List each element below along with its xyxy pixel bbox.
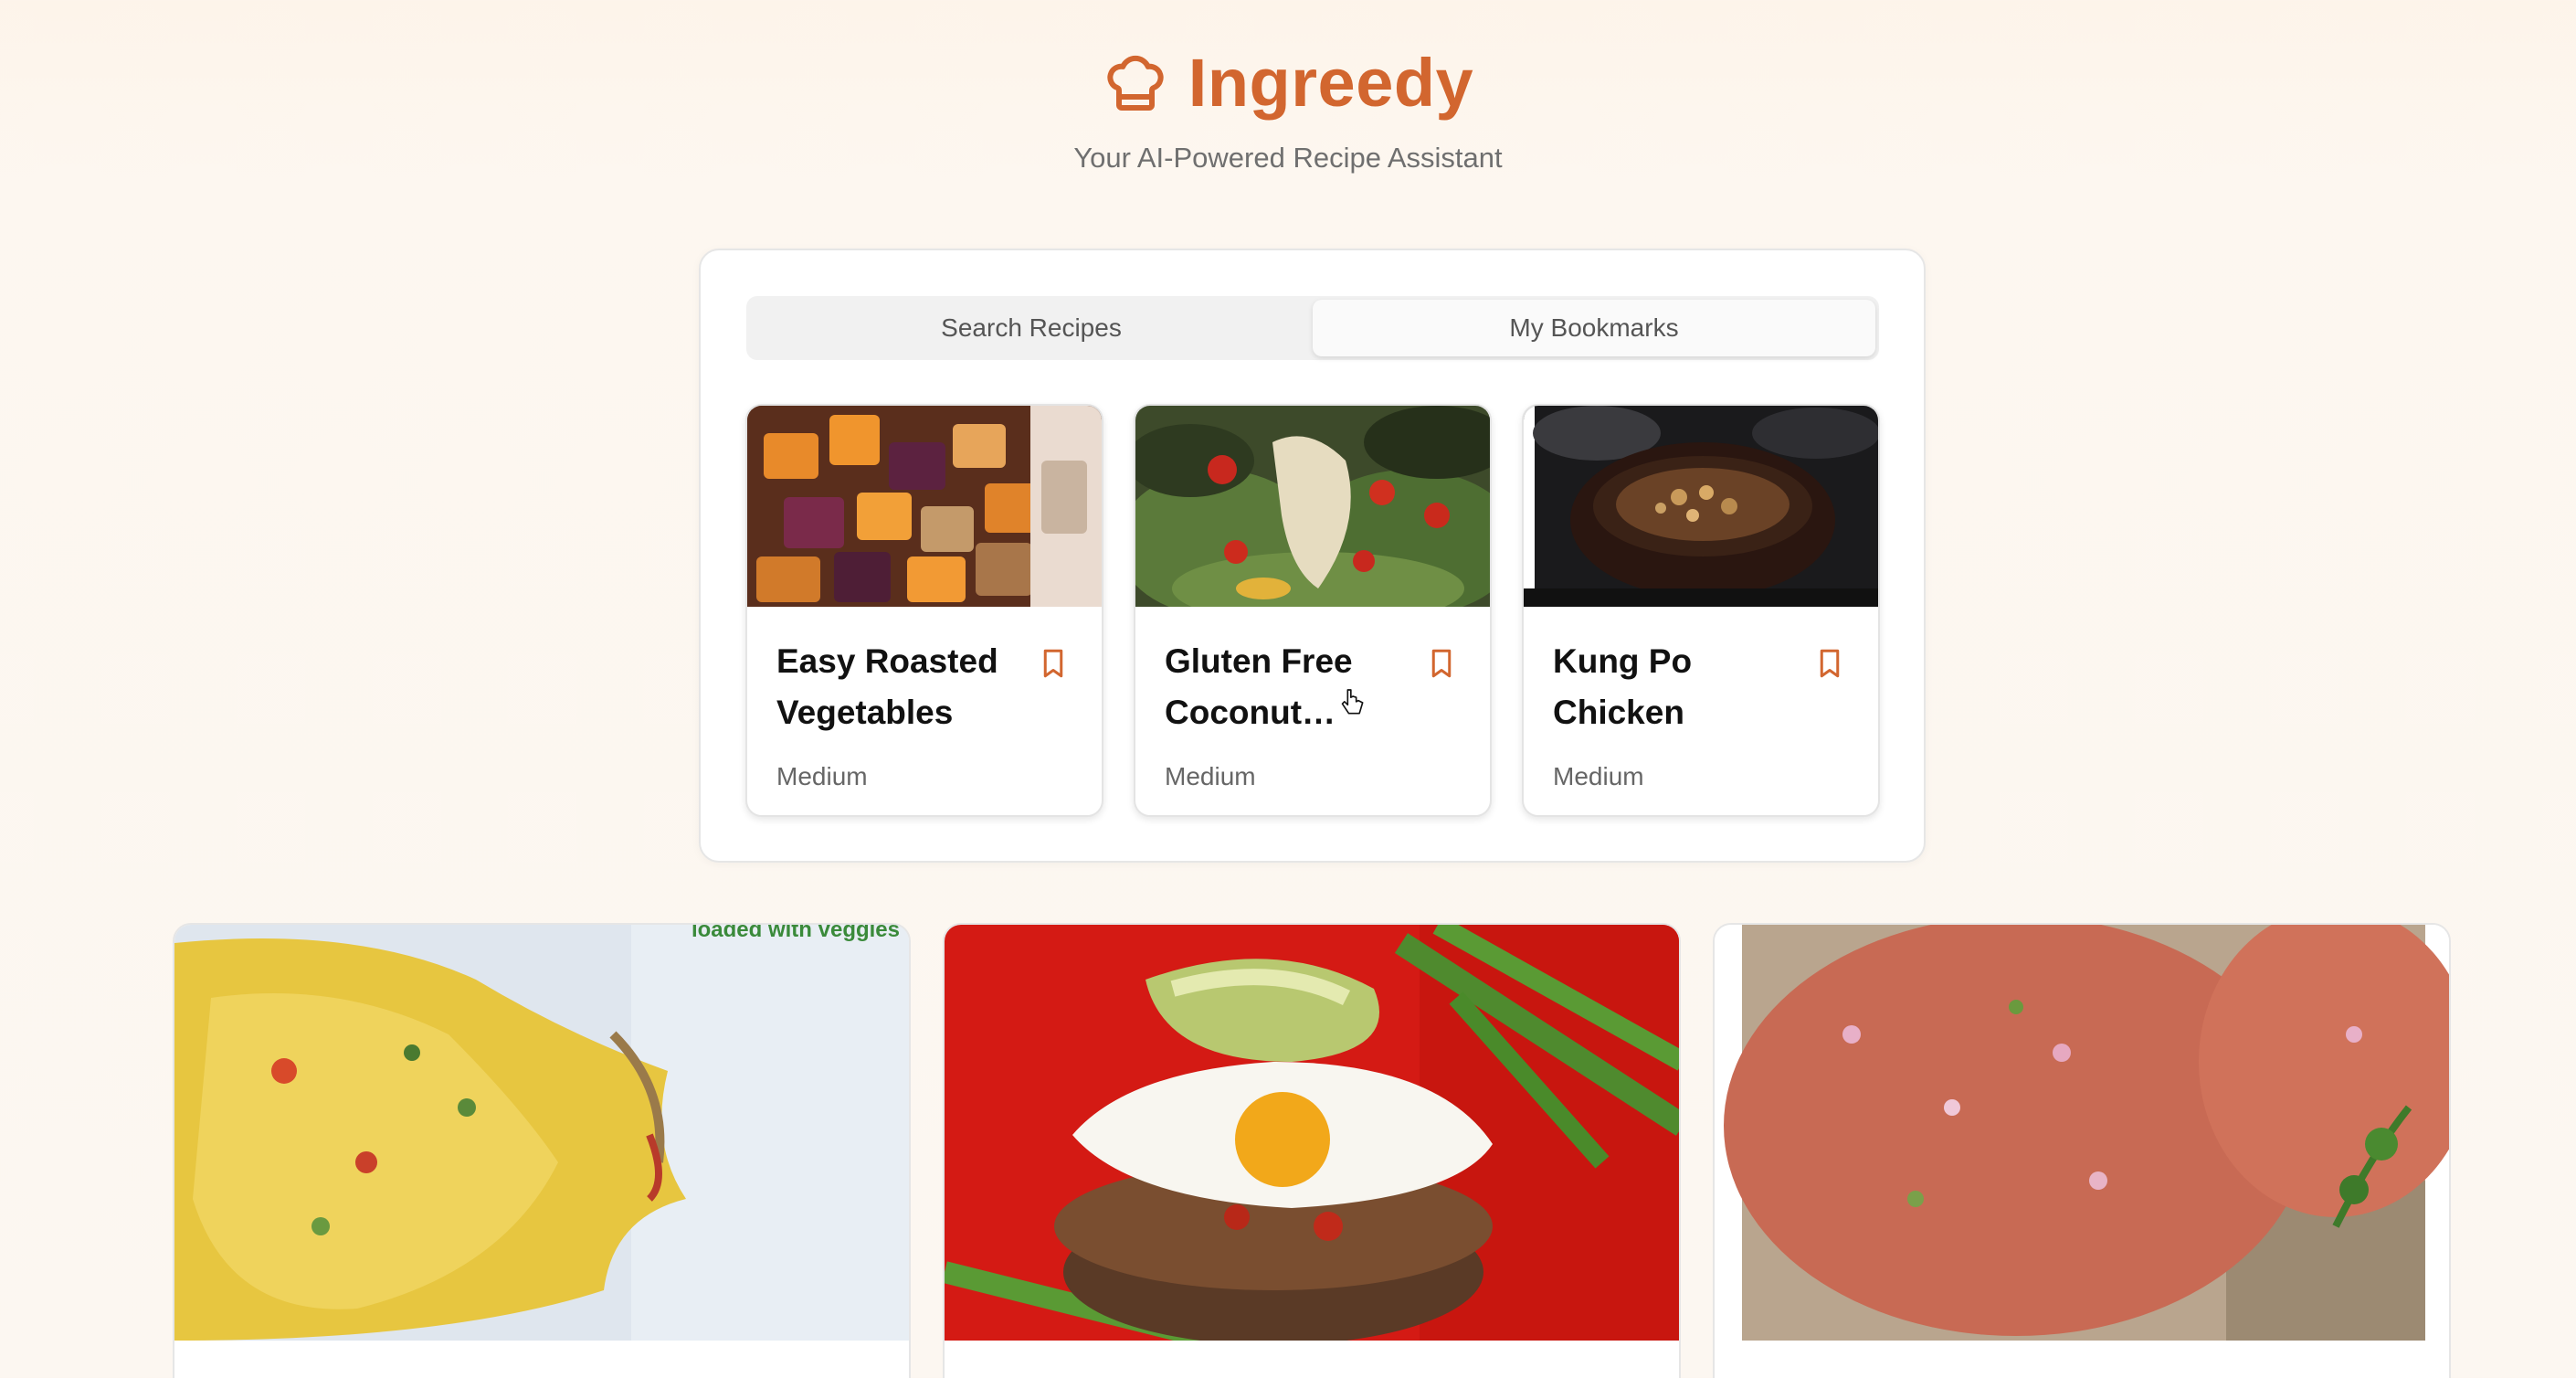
bookmark-title: Gluten Free Coconut Chick…: [1165, 642, 1353, 731]
bookmark-title: Kung Po Chicken: [1553, 642, 1693, 731]
app-title: Ingreedy: [1188, 45, 1474, 121]
brand: Ingreedy: [1103, 44, 1473, 122]
bookmark-card[interactable]: Gluten Free Coconut Chick… Medium: [1134, 404, 1492, 817]
difficulty-label: Medium: [1553, 762, 1644, 790]
hand-cursor-icon: [1341, 689, 1364, 715]
difficulty-label: Medium: [776, 762, 868, 790]
bookmark-card[interactable]: Easy Roasted Vegetables Medium: [745, 404, 1103, 817]
tab-search-recipes[interactable]: Search Recipes: [750, 300, 1313, 356]
burger-with-egg-photo: [945, 925, 1679, 1341]
tab-bar: Search Recipes My Bookmarks: [746, 296, 1879, 360]
app-header: Ingreedy Your AI-Powered Recipe Assistan…: [0, 44, 2576, 175]
bookmark-title: Easy Roasted Vegetables: [776, 642, 998, 731]
chef-hat-icon: [1107, 55, 1164, 111]
recipe-card[interactable]: [943, 923, 1681, 1378]
bookmark-card[interactable]: Kung Po Chicken Medium: [1522, 404, 1880, 817]
noodle-bowl-photo: [1524, 406, 1878, 607]
bookmark-icon[interactable]: [1816, 647, 1843, 680]
recipe-card[interactable]: loaded with veggies: [173, 923, 911, 1378]
roasted-vegetables-photo: [747, 406, 1102, 607]
difficulty-label: Medium: [1165, 762, 1256, 790]
salad-with-chicken-photo: [1135, 406, 1490, 607]
tab-my-bookmarks[interactable]: My Bookmarks: [1313, 300, 1875, 356]
bookmark-icon[interactable]: [1040, 647, 1067, 680]
photo-overlay-text: loaded with veggies: [691, 925, 900, 942]
app-tagline: Your AI-Powered Recipe Assistant: [1073, 142, 1503, 174]
salmon-patties-photo: [1715, 925, 2449, 1341]
bookmark-icon[interactable]: [1428, 647, 1455, 680]
recipe-card[interactable]: [1713, 923, 2451, 1378]
egg-muffin-photo: loaded with veggies: [174, 925, 909, 1341]
bookmarks-panel: Search Recipes My Bookmarks Easy Roasted…: [699, 249, 1926, 863]
